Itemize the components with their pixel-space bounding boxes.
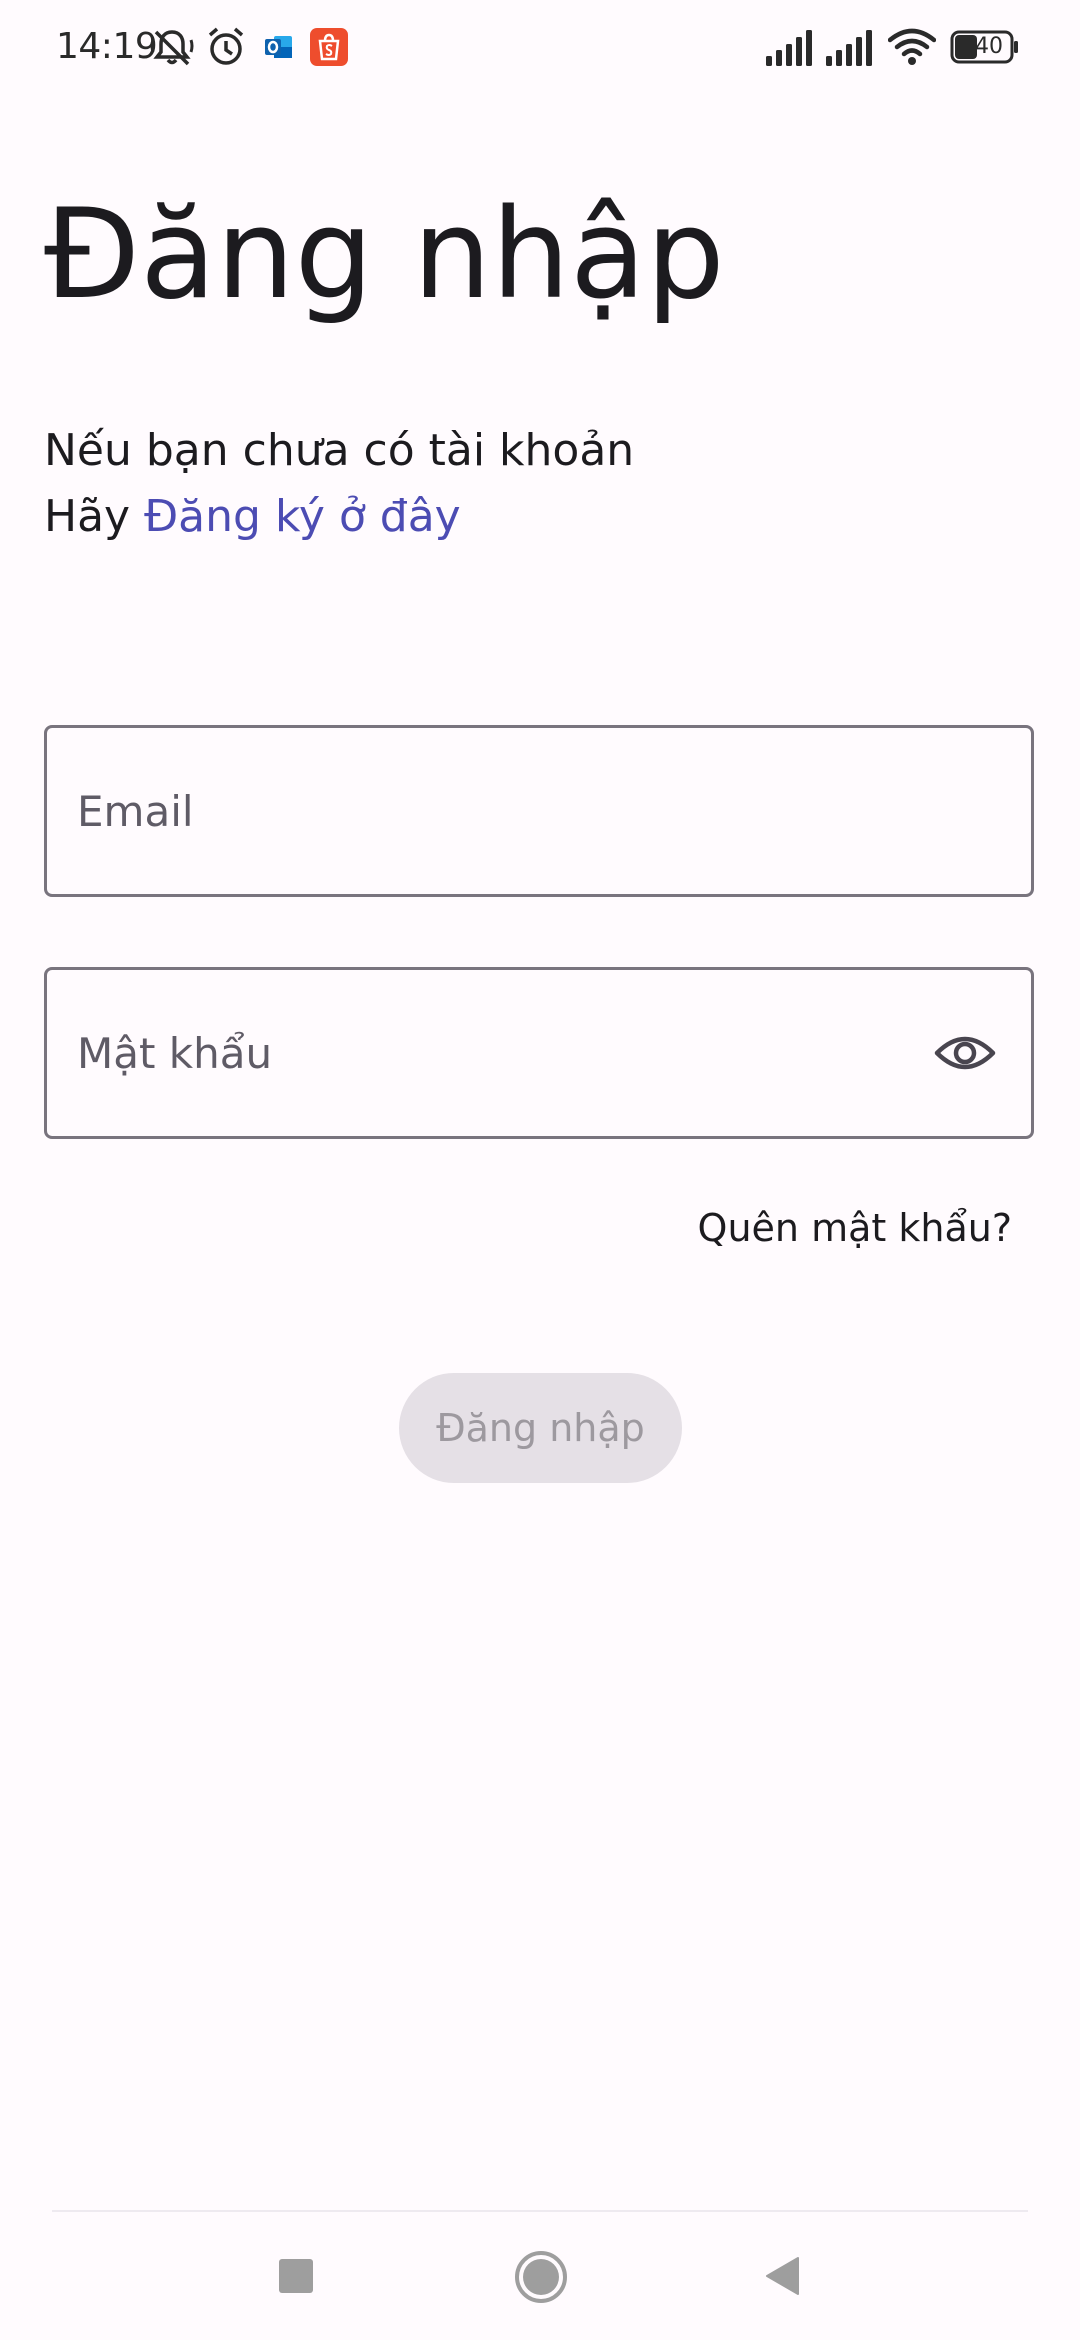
battery-icon: 40 (950, 29, 1020, 65)
outlook-icon (264, 30, 294, 64)
signal-icon (826, 30, 876, 66)
eye-icon (934, 1036, 996, 1070)
status-time: 14:19 (56, 26, 158, 67)
shopee-icon (310, 28, 348, 66)
show-password-toggle[interactable] (933, 1021, 997, 1085)
wifi-icon (888, 28, 936, 66)
battery-level: 40 (975, 34, 1003, 59)
password-input[interactable] (77, 970, 937, 1136)
register-prompt-line1: Nếu bạn chưa có tài khoản (44, 425, 635, 476)
register-link[interactable]: Đăng ký ở đây (144, 491, 461, 542)
back-icon (766, 2257, 799, 2295)
home-icon (515, 2251, 567, 2303)
mute-icon (150, 28, 194, 68)
back-button[interactable] (764, 2256, 800, 2296)
recent-apps-icon (279, 2259, 313, 2293)
page-title: Đăng nhập (44, 183, 725, 327)
register-prompt-prefix: Hãy (44, 491, 145, 542)
register-prompt-line2: Hãy Đăng ký ở đây (44, 484, 634, 550)
login-button[interactable]: Đăng nhập (399, 1373, 682, 1483)
forgot-password-link[interactable]: Quên mật khẩu? (698, 1206, 1012, 1250)
password-field[interactable] (44, 967, 1034, 1139)
alarm-icon (206, 26, 246, 68)
recent-apps-button[interactable] (279, 2259, 313, 2293)
register-prompt: Nếu bạn chưa có tài khoản Hãy Đăng ký ở … (44, 418, 634, 550)
nav-divider (52, 2210, 1028, 2212)
status-bar: 14:19 40 (0, 0, 1080, 96)
email-field[interactable] (44, 725, 1034, 897)
email-input[interactable] (77, 728, 937, 894)
signal-icon (766, 30, 816, 66)
home-button[interactable] (514, 2250, 568, 2304)
